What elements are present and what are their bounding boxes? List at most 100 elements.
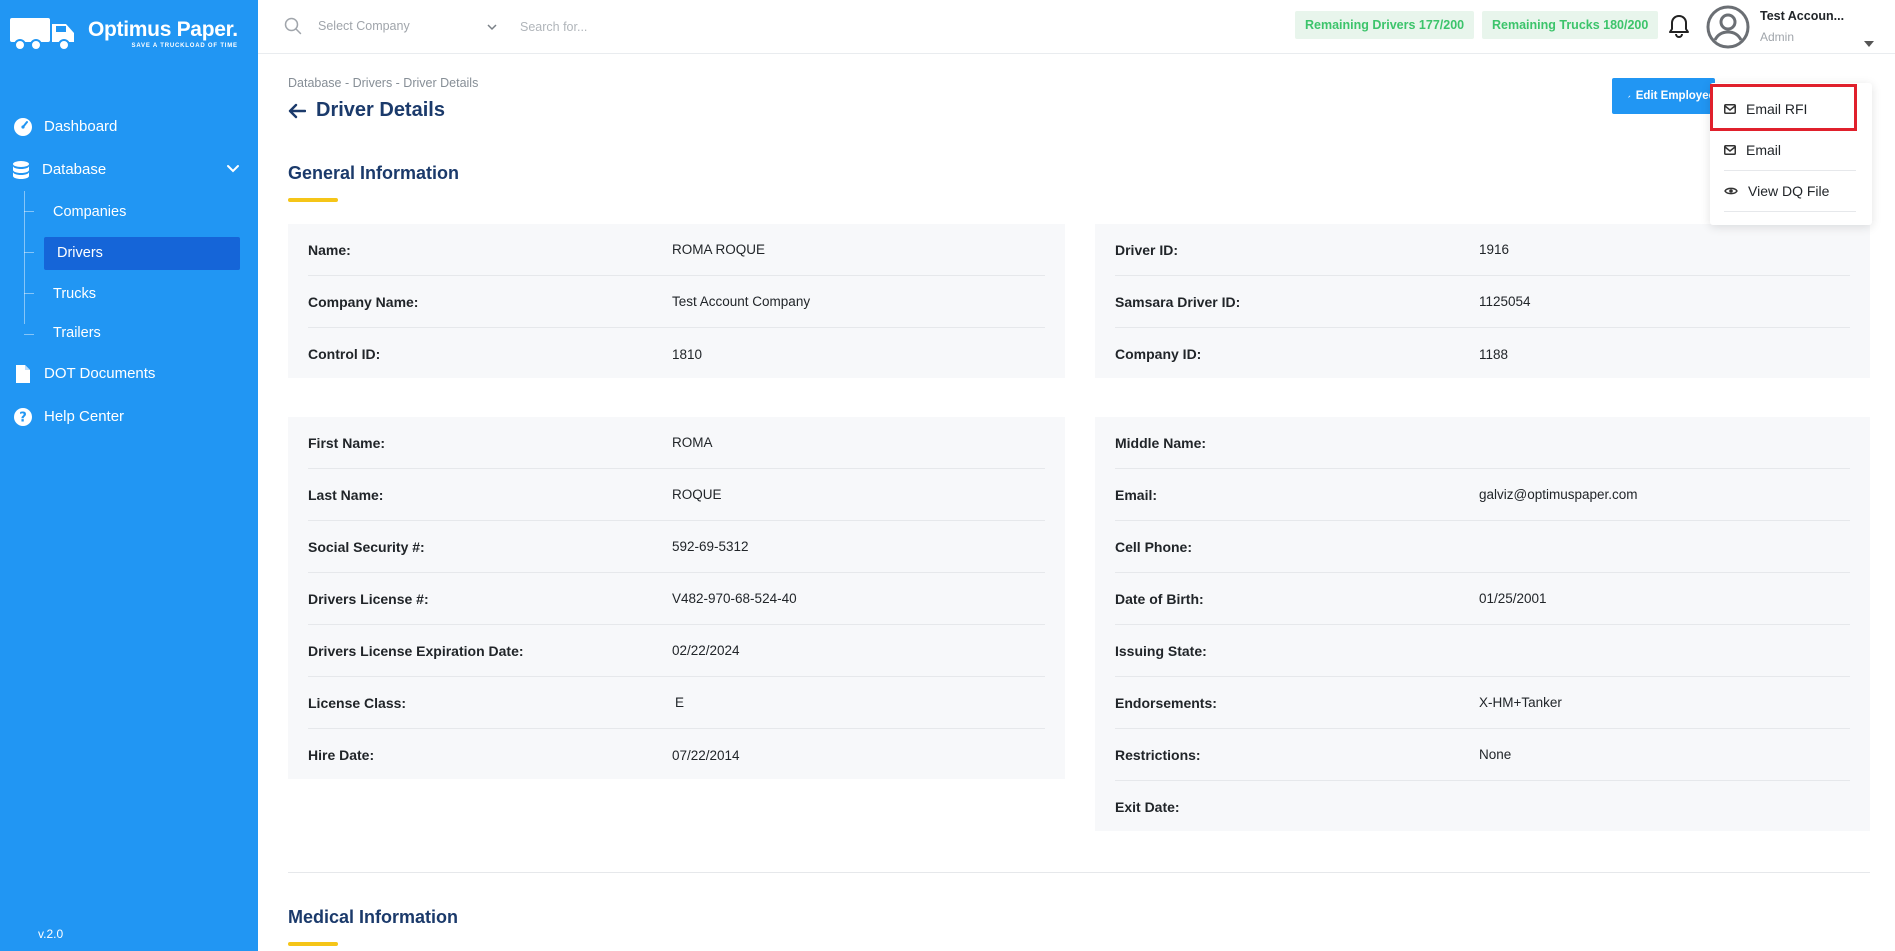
logo[interactable]: Optimus Paper. SAVE A TRUCKLOAD OF TIME <box>10 14 238 54</box>
sidebar-item-label: Database <box>42 161 107 178</box>
info-row: Drivers License Expiration Date: 02/22/20… <box>308 625 1045 677</box>
field-label: Samsara Driver ID: <box>1115 293 1241 310</box>
field-value: E <box>675 695 685 710</box>
sidebar-item-companies[interactable]: Companies <box>0 191 258 232</box>
field-label: Email: <box>1115 486 1158 503</box>
field-label: Drivers License Expiration Date: <box>308 642 524 659</box>
sidebar-item-trailers[interactable]: Trailers <box>0 314 258 352</box>
sidebar-item-help-center[interactable]: ? Help Center <box>0 395 258 438</box>
field-value: 1188 <box>1479 346 1509 362</box>
info-card: Name: ROMA ROQUE Company Name: Test Accoun… <box>288 224 1065 378</box>
bell-icon[interactable] <box>1668 14 1690 43</box>
field-value: 592-69-5312 <box>672 539 749 554</box>
sidebar-item-label: Dashboard <box>44 118 118 135</box>
chevron-down-icon[interactable] <box>486 19 498 37</box>
field-label: Middle Name: <box>1115 434 1207 451</box>
sidebar-item-label: Drivers <box>57 244 103 261</box>
search-input[interactable] <box>520 14 820 40</box>
section-underline <box>288 942 338 946</box>
logo-title: Optimus Paper. <box>88 18 238 41</box>
sidebar-item-dashboard[interactable]: Dashboard <box>0 105 258 148</box>
info-card: Driver ID: 1916 Samsara Driver ID: 1125054… <box>1095 224 1870 378</box>
field-value: X-HM+Tanker <box>1479 695 1562 710</box>
sidebar-item-dot-documents[interactable]: DOT Documents <box>0 352 258 395</box>
info-row: Name: ROMA ROQUE <box>308 224 1045 276</box>
field-label: Company ID: <box>1115 346 1202 362</box>
arrow-left-icon[interactable] <box>288 103 306 119</box>
sidebar-item-label: Help Center <box>44 408 125 425</box>
sidebar-item-label: Trucks <box>53 285 96 302</box>
field-value: 1810 <box>672 346 703 362</box>
company-select[interactable]: Select Company <box>318 19 508 33</box>
page-title-text: Driver Details <box>316 99 445 121</box>
section-underline <box>288 198 338 202</box>
menu-item-email-rfi[interactable]: Email RFI <box>1724 89 1856 130</box>
page-title: Driver Details <box>288 99 445 122</box>
info-card: Middle Name: Email: galviz@optimuspaper.c… <box>1095 417 1870 831</box>
info-row: Restrictions: None <box>1115 729 1850 781</box>
sidebar-item-drivers[interactable]: Drivers <box>0 232 258 273</box>
field-label: Exit Date: <box>1115 799 1180 815</box>
sidebar-item-label: DOT Documents <box>44 365 156 382</box>
sidebar-item-database[interactable]: Database <box>0 148 258 191</box>
avatar-icon[interactable] <box>1706 5 1750 49</box>
info-row: Hire Date: 07/22/2014 <box>308 729 1045 781</box>
info-row: Social Security #: 592-69-5312 <box>308 521 1045 573</box>
field-label: Issuing State: <box>1115 642 1207 659</box>
info-row: Drivers License #: V482-970-68-524-40 <box>308 573 1045 625</box>
info-row: First Name: ROMA <box>308 417 1045 469</box>
database-icon <box>10 159 32 181</box>
menu-item-label: View DQ File <box>1748 183 1830 199</box>
info-row: Email: galviz@optimuspaper.com <box>1115 469 1850 521</box>
field-label: Drivers License #: <box>308 590 429 607</box>
truck-logo-icon <box>10 14 82 54</box>
menu-item-view-dq-file[interactable]: View DQ File <box>1724 171 1856 212</box>
caret-down-icon[interactable] <box>1864 34 1874 52</box>
info-row: Exit Date: <box>1115 781 1850 833</box>
document-icon <box>12 363 34 385</box>
menu-item-label: Email <box>1746 142 1782 158</box>
info-card: First Name: ROMA Last Name: ROQUE Social S… <box>288 417 1065 779</box>
remaining-drivers-badge: Remaining Drivers 177/200 <box>1295 11 1475 39</box>
field-label: Control ID: <box>308 346 381 362</box>
field-value: V482-970-68-524-40 <box>672 591 797 606</box>
database-submenu: Companies Drivers Trucks Trailers <box>0 191 258 352</box>
info-row: Company Name: Test Account Company <box>308 276 1045 328</box>
sidebar-item-trucks[interactable]: Trucks <box>0 273 258 314</box>
info-row: Middle Name: <box>1115 417 1850 469</box>
field-label: Name: <box>308 241 351 258</box>
user-name[interactable]: Test Accoun... <box>1760 9 1844 23</box>
pencil-icon <box>1628 95 1631 98</box>
field-value: 01/25/2001 <box>1479 591 1547 606</box>
section-title-medical: Medical Information <box>288 907 459 927</box>
field-value: Test Account Company <box>672 294 811 309</box>
field-value: galviz@optimuspaper.com <box>1479 487 1638 502</box>
chevron-down-icon[interactable] <box>226 161 240 178</box>
logo-tagline: SAVE A TRUCKLOAD OF TIME <box>131 43 238 49</box>
field-value: 07/22/2014 <box>672 747 740 763</box>
breadcrumb: Database - Drivers - Driver Details <box>288 76 479 90</box>
edit-employee-button[interactable]: Edit Employee <box>1612 78 1715 114</box>
field-label: Last Name: <box>308 486 384 503</box>
field-label: Restrictions: <box>1115 746 1201 763</box>
question-icon: ? <box>12 406 34 428</box>
info-row: Cell Phone: <box>1115 521 1850 573</box>
field-value: None <box>1479 747 1512 762</box>
info-row: Endorsements: X-HM+Tanker <box>1115 677 1850 729</box>
info-row: Date of Birth: 01/25/2001 <box>1115 573 1850 625</box>
sidebar: Optimus Paper. SAVE A TRUCKLOAD OF TIME … <box>0 0 258 951</box>
version-label: v.2.0 <box>38 927 64 941</box>
info-row: License Class: E <box>308 677 1045 729</box>
field-label: License Class: <box>308 694 407 711</box>
sidebar-nav: Dashboard Database Companies Drivers Tru… <box>0 105 258 438</box>
field-value: ROQUE <box>672 487 722 502</box>
menu-item-email[interactable]: Email <box>1724 130 1856 171</box>
info-row: Driver ID: 1916 <box>1115 224 1850 276</box>
remaining-trucks-badge: Remaining Trucks 180/200 <box>1482 11 1659 39</box>
field-label: Cell Phone: <box>1115 538 1193 555</box>
sidebar-item-label: Companies <box>53 203 127 220</box>
info-row: Control ID: 1810 <box>308 328 1045 380</box>
field-label: Social Security #: <box>308 538 425 555</box>
search-icon <box>284 17 302 40</box>
gauge-icon <box>12 116 34 138</box>
